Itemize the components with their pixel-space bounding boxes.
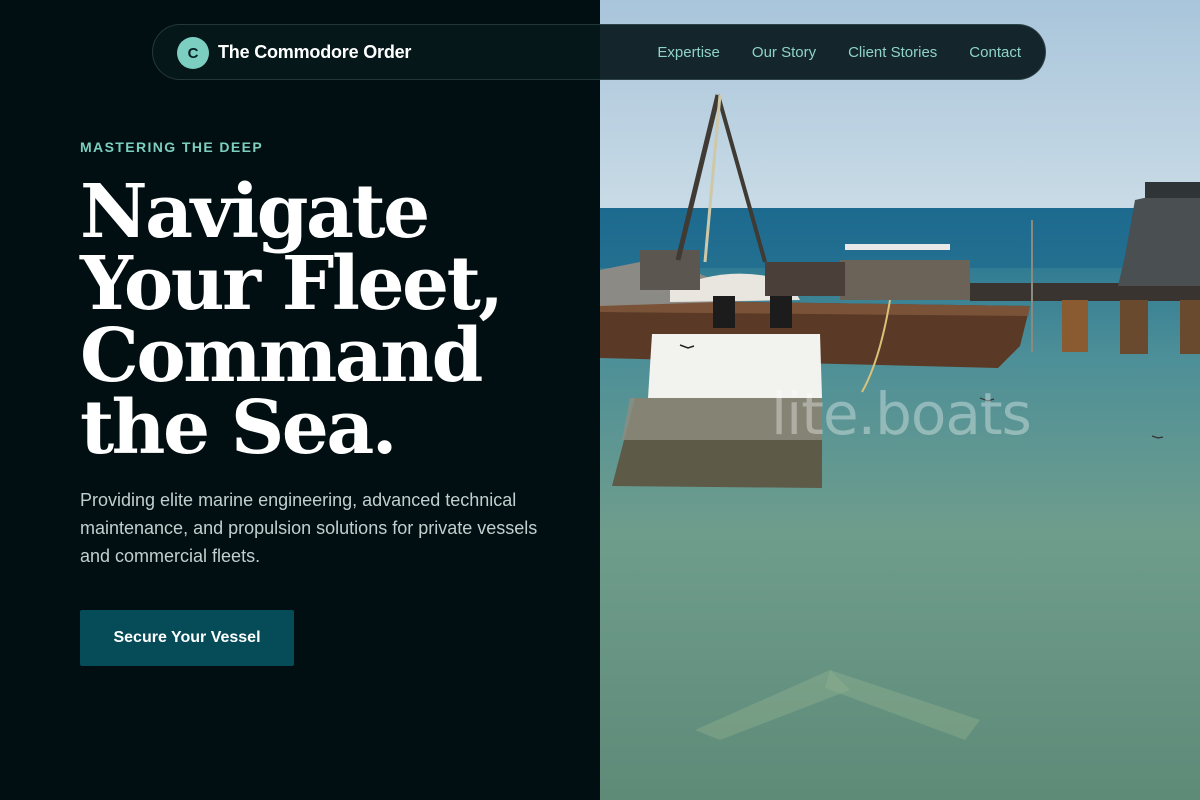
- headline-line: Command: [80, 313, 483, 399]
- headline-line: Your Fleet,: [80, 241, 504, 327]
- nav-link-contact[interactable]: Contact: [969, 44, 1021, 61]
- logo-badge[interactable]: C: [177, 37, 209, 69]
- hero-headline: Navigate Your Fleet, Command the Sea.: [80, 169, 600, 471]
- hero-subtitle: Providing elite marine engineering, adva…: [80, 490, 538, 566]
- nav-link-expertise[interactable]: Expertise: [657, 44, 720, 61]
- headline-line: Navigate: [80, 169, 430, 255]
- photo-watermark: lite.boats: [771, 380, 1032, 448]
- nav-links: Expertise Our Story Client Stories Conta…: [657, 44, 1021, 61]
- headline-line: the Sea.: [80, 385, 398, 471]
- nav-link-our-story[interactable]: Our Story: [752, 44, 816, 61]
- hero-text-panel: MASTERING THE DEEP Navigate Your Fleet, …: [0, 0, 600, 800]
- top-navbar: C The Commodore Order Expertise Our Stor…: [152, 24, 1046, 80]
- brand-name[interactable]: The Commodore Order: [218, 42, 411, 63]
- hero-eyebrow: MASTERING THE DEEP: [80, 139, 264, 155]
- nav-link-client-stories[interactable]: Client Stories: [848, 44, 937, 61]
- secure-vessel-button[interactable]: Secure Your Vessel: [80, 610, 294, 666]
